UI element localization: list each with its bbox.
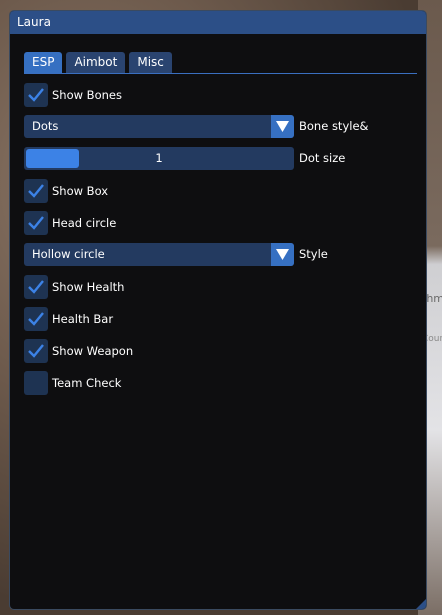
head-circle-row[interactable]: Head circle <box>24 211 116 235</box>
show-health-row[interactable]: Show Health <box>24 275 124 299</box>
show-bones-checkbox[interactable] <box>24 83 48 107</box>
tab-esp[interactable]: ESP <box>24 52 63 73</box>
tab-underline <box>24 73 417 74</box>
checkmark-icon <box>28 216 44 230</box>
dot-size-value: 1 <box>155 151 163 165</box>
head-circle-label: Head circle <box>52 216 117 230</box>
cheat-menu-window: Laura ESP Aimbot Misc Show Bones Dots Bo… <box>9 10 427 610</box>
team-check-label: Team Check <box>52 376 122 390</box>
style-label: Style <box>299 247 328 261</box>
tab-aimbot[interactable]: Aimbot <box>66 52 126 73</box>
dot-size-slider[interactable]: 1 <box>24 147 294 170</box>
checkmark-icon <box>28 280 44 294</box>
tab-misc[interactable]: Misc <box>129 52 172 73</box>
window-title: Laura <box>17 15 51 29</box>
checkmark-icon <box>28 184 44 198</box>
show-box-checkbox[interactable] <box>24 179 48 203</box>
health-bar-checkbox[interactable] <box>24 307 48 331</box>
window-titlebar[interactable]: Laura <box>10 11 426 34</box>
tab-bar: ESP Aimbot Misc <box>24 52 172 73</box>
show-bones-label: Show Bones <box>52 88 122 102</box>
bone-style-value: Dots <box>32 119 59 133</box>
resize-grip[interactable] <box>416 599 426 609</box>
show-weapon-label: Show Weapon <box>52 344 134 358</box>
health-bar-label: Health Bar <box>52 312 114 326</box>
show-health-checkbox[interactable] <box>24 275 48 299</box>
chevron-down-icon[interactable] <box>271 243 294 266</box>
show-box-row[interactable]: Show Box <box>24 179 108 203</box>
checkmark-icon <box>28 344 44 358</box>
show-bones-row[interactable]: Show Bones <box>24 83 122 107</box>
team-check-checkbox[interactable] <box>24 371 48 395</box>
show-health-label: Show Health <box>52 280 125 294</box>
chevron-down-icon[interactable] <box>271 115 294 138</box>
team-check-row[interactable]: Team Check <box>24 371 121 395</box>
show-weapon-checkbox[interactable] <box>24 339 48 363</box>
checkmark-icon <box>28 312 44 326</box>
dot-size-label: Dot size <box>299 151 346 165</box>
show-weapon-row[interactable]: Show Weapon <box>24 339 133 363</box>
checkmark-icon <box>28 88 44 102</box>
health-bar-row[interactable]: Health Bar <box>24 307 113 331</box>
bone-style-label: Bone style& <box>299 119 369 133</box>
head-circle-checkbox[interactable] <box>24 211 48 235</box>
style-value: Hollow circle <box>32 247 105 261</box>
style-dropdown[interactable]: Hollow circle <box>24 243 294 266</box>
bone-style-dropdown[interactable]: Dots <box>24 115 294 138</box>
show-box-label: Show Box <box>52 184 109 198</box>
slider-grab[interactable] <box>26 149 79 168</box>
